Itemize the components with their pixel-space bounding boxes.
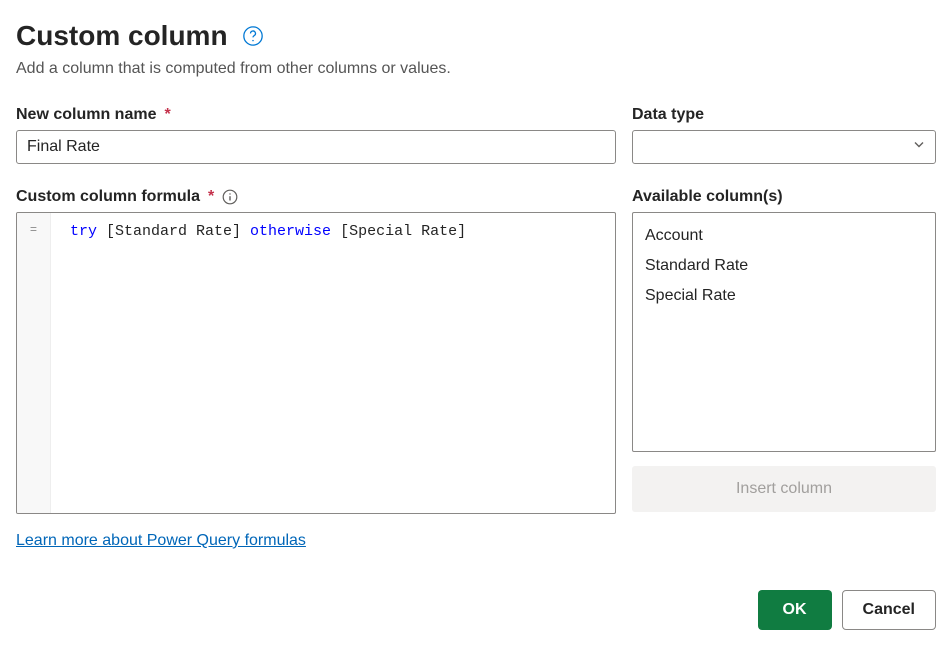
- data-type-select[interactable]: [632, 130, 936, 164]
- insert-column-button: Insert column: [632, 466, 936, 512]
- available-columns-label: Available column(s): [632, 188, 936, 206]
- page-title: Custom column: [16, 20, 228, 52]
- column-item[interactable]: Standard Rate: [633, 251, 935, 281]
- ok-button[interactable]: OK: [758, 590, 832, 630]
- data-type-label: Data type: [632, 106, 936, 124]
- formula-editor[interactable]: = try [Standard Rate] otherwise [Special…: [16, 212, 616, 514]
- formula-content[interactable]: try [Standard Rate] otherwise [Special R…: [51, 213, 615, 513]
- formula-label: Custom column formula*: [16, 188, 214, 206]
- new-column-name-input[interactable]: [16, 130, 616, 164]
- page-subtitle: Add a column that is computed from other…: [16, 60, 936, 78]
- required-indicator: *: [208, 188, 214, 206]
- available-columns-list: Account Standard Rate Special Rate: [632, 212, 936, 452]
- required-indicator: *: [164, 106, 170, 124]
- learn-more-link[interactable]: Learn more about Power Query formulas: [16, 532, 306, 550]
- column-item[interactable]: Account: [633, 221, 935, 251]
- new-column-name-label: New column name*: [16, 106, 616, 124]
- cancel-button[interactable]: Cancel: [842, 590, 936, 630]
- formula-gutter: =: [17, 213, 51, 513]
- help-icon[interactable]: [242, 25, 264, 47]
- column-item[interactable]: Special Rate: [633, 281, 935, 311]
- info-icon[interactable]: [222, 189, 238, 205]
